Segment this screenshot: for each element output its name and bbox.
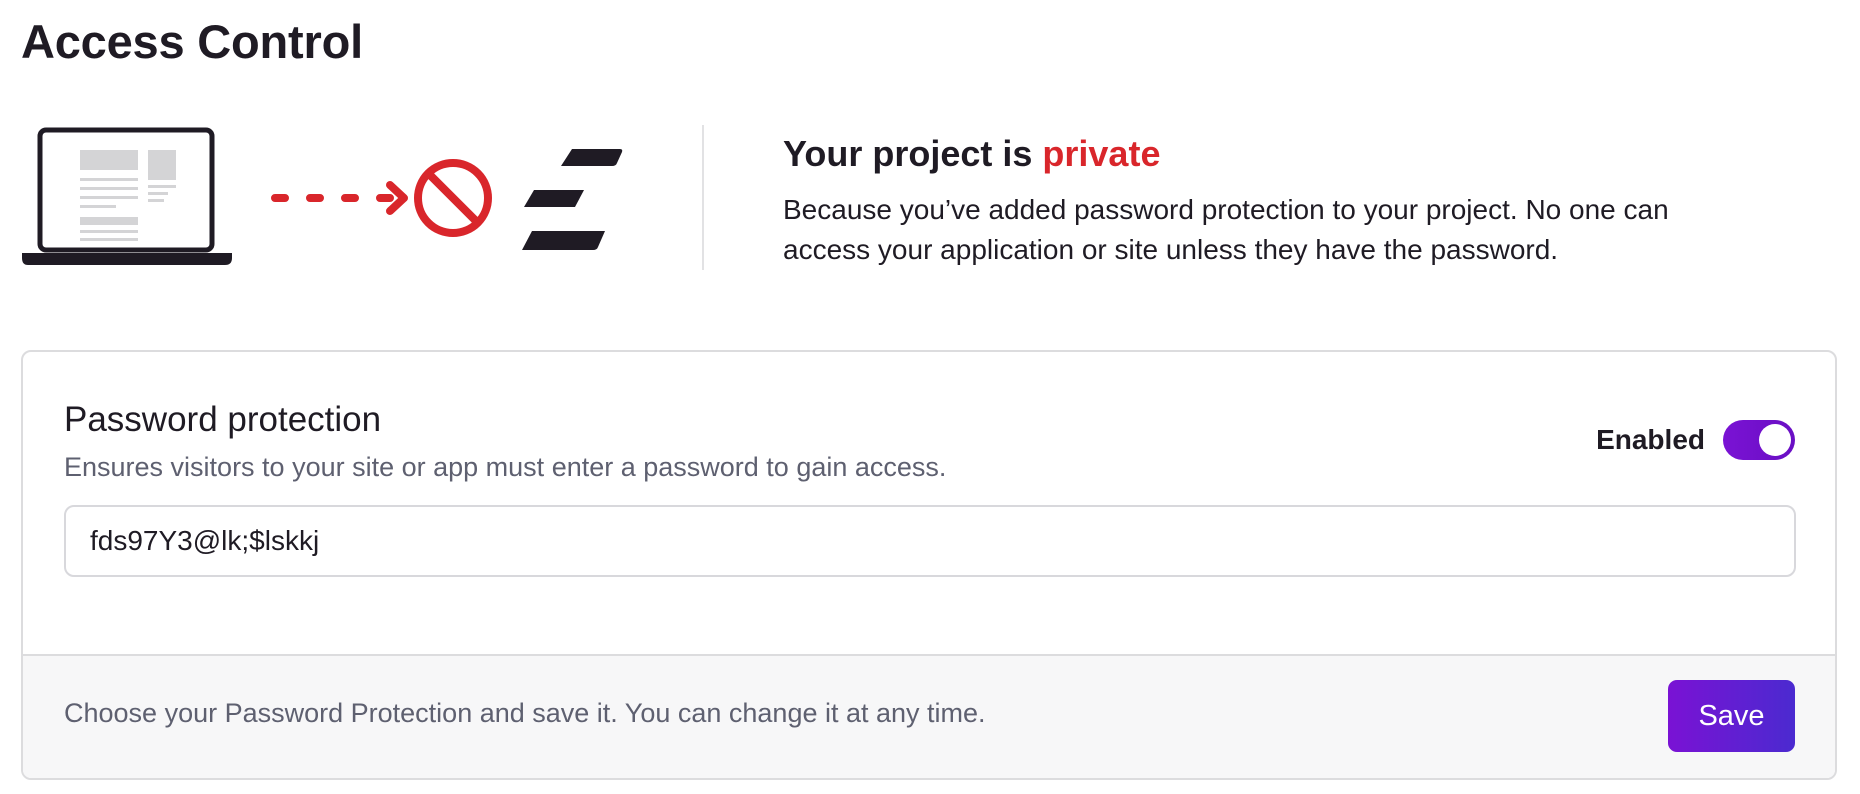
brand-logo-icon — [522, 149, 623, 250]
access-illustration — [20, 125, 630, 270]
card-footer: Choose your Password Protection and save… — [23, 654, 1835, 778]
section-description: Ensures visitors to your site or app mus… — [64, 452, 947, 482]
vertical-divider — [702, 125, 704, 270]
password-protection-card: Password protection Ensures visitors to … — [21, 350, 1837, 780]
enabled-toggle[interactable] — [1723, 420, 1795, 460]
page-title: Access Control — [21, 15, 363, 68]
card-body: Password protection Ensures visitors to … — [23, 352, 1835, 657]
laptop-icon — [22, 127, 232, 265]
footer-hint: Choose your Password Protection and save… — [64, 698, 986, 728]
no-entry-icon — [414, 159, 492, 237]
status-heading-prefix: Your project is — [783, 133, 1033, 174]
dashed-arrow-icon — [271, 181, 409, 215]
status-badge: private — [1042, 133, 1161, 174]
status-heading: Your project is private — [783, 130, 1783, 178]
project-status: Your project is private Because you’ve a… — [783, 130, 1783, 270]
toggle-label: Enabled — [1596, 424, 1705, 455]
save-button[interactable]: Save — [1668, 680, 1795, 752]
status-description: Because you’ve added password protection… — [783, 194, 1669, 265]
section-title: Password protection — [64, 400, 382, 439]
toggle-knob — [1759, 424, 1791, 456]
enabled-toggle-group: Enabled — [1596, 420, 1795, 460]
password-input[interactable] — [64, 505, 1796, 577]
